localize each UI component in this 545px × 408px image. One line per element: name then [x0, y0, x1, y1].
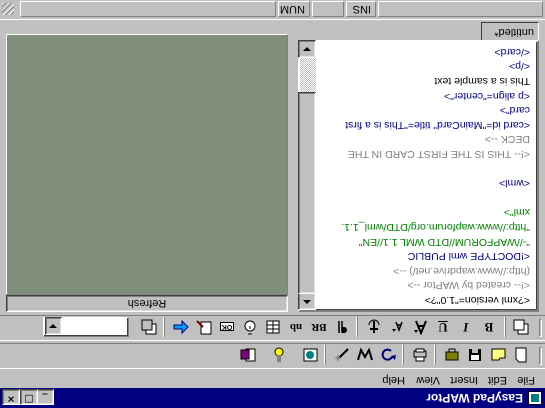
status-bar: INS NUM [0, 0, 545, 20]
menu-insert[interactable]: Insert [450, 374, 478, 386]
style-combo[interactable] [43, 317, 129, 337]
code-line: DECK --> [484, 133, 530, 146]
code-line: "-//WAPFORUM//DTD WML 1.1//EN" [358, 235, 530, 248]
code-line: <?xml version="1.0"?> [424, 294, 530, 306]
status-num: NUM [278, 1, 310, 17]
frame-icon[interactable] [511, 317, 531, 337]
app-icon[interactable] [528, 391, 542, 405]
ok-button[interactable]: OK [217, 317, 237, 337]
tab-untitled[interactable]: untitled* [481, 22, 539, 40]
code-line: <!-- THIS IS THE FIRST CARD IN THE [347, 148, 530, 160]
maximize-button[interactable]: □ [20, 389, 38, 405]
standard-toolbar [0, 343, 545, 369]
italic-button[interactable]: I [456, 317, 476, 337]
status-message [378, 1, 543, 17]
code-line: card"> [499, 104, 530, 117]
menu-file[interactable]: File [517, 374, 535, 386]
scroll-up-button[interactable] [298, 292, 316, 310]
paragraph-icon[interactable] [332, 317, 352, 337]
code-line: </p> [508, 60, 530, 73]
code-editor[interactable]: <?xml version="1.0"?> <!-- created by WAP… [298, 40, 539, 312]
line-break-button[interactable]: BR [309, 317, 329, 337]
scroll-down-button[interactable] [298, 40, 316, 58]
toolbar-grip[interactable] [539, 319, 542, 337]
chevron-down-icon[interactable] [45, 317, 62, 335]
options-icon[interactable] [238, 345, 258, 365]
nbsp-button[interactable]: nb [286, 317, 306, 337]
code-line: <!DOCTYPE wml PUBLIC [407, 250, 530, 263]
preview-screen [6, 34, 288, 295]
menu-bar: File Edit Insert View Help [0, 370, 545, 388]
code-line: </card> [494, 45, 530, 58]
toolbar-separator [324, 345, 326, 365]
validate-icon[interactable] [355, 345, 375, 365]
timer-icon[interactable] [240, 317, 260, 337]
toolbar-separator [402, 345, 404, 365]
toolbar-separator [356, 317, 358, 337]
menu-view[interactable]: View [416, 374, 440, 386]
resize-grip-icon[interactable] [2, 3, 14, 15]
ok-label: OK [219, 322, 235, 332]
toolbar-separator [504, 317, 506, 337]
title-bar[interactable]: EasyPad WAPtor _ □ × [0, 388, 545, 408]
window-title: EasyPad WAPtor [426, 391, 523, 405]
code-line: <wml> [499, 177, 530, 190]
toolbar-separator [434, 345, 436, 365]
code-line: <!-- created by WAPtor --> [407, 279, 530, 292]
open-folder-icon[interactable] [488, 345, 508, 365]
magic-wand-icon[interactable] [332, 345, 352, 365]
scroll-thumb[interactable] [298, 92, 316, 294]
save-icon[interactable] [465, 345, 485, 365]
menu-edit[interactable]: Edit [488, 374, 507, 386]
anchor-icon[interactable] [364, 317, 384, 337]
menu-help[interactable]: Help [382, 374, 405, 386]
underline-button[interactable]: U [433, 317, 453, 337]
toolbar-separator [163, 317, 165, 337]
code-line: This is a sample text [434, 75, 530, 87]
toolbar-grip[interactable] [539, 347, 542, 365]
code-line: xml"> [503, 206, 530, 219]
go-arrow-icon[interactable] [171, 317, 191, 337]
code-line: (http://www.wapdrive.net/) --> [393, 264, 530, 277]
properties-icon[interactable] [139, 317, 159, 337]
image-tool-icon[interactable] [300, 345, 320, 365]
refresh-button[interactable]: Refresh [6, 295, 288, 312]
font-size-up-icon[interactable] [410, 317, 430, 337]
undo-icon[interactable] [378, 345, 398, 365]
status-extra [20, 1, 276, 17]
preview-phone-icon[interactable] [269, 345, 289, 365]
status-ins: INS [346, 1, 376, 17]
input-field-icon[interactable] [194, 317, 214, 337]
code-line: "http://www.wapforum.org/DTD/wml_1.1. [341, 221, 530, 233]
close-button[interactable]: × [2, 389, 20, 405]
font-size-down-icon[interactable] [387, 317, 407, 337]
minimize-button[interactable]: _ [36, 389, 54, 405]
new-file-icon[interactable] [511, 345, 531, 365]
status-blank [312, 1, 344, 17]
bold-button[interactable]: B [479, 317, 499, 337]
code-line: <p align="center"> [444, 89, 530, 102]
deploy-icon[interactable] [442, 345, 462, 365]
print-icon[interactable] [410, 345, 430, 365]
vertical-scrollbar[interactable] [298, 40, 316, 310]
table-icon[interactable] [263, 317, 283, 337]
code-line: <card id="MainCard" title="This is a fir… [345, 118, 530, 131]
